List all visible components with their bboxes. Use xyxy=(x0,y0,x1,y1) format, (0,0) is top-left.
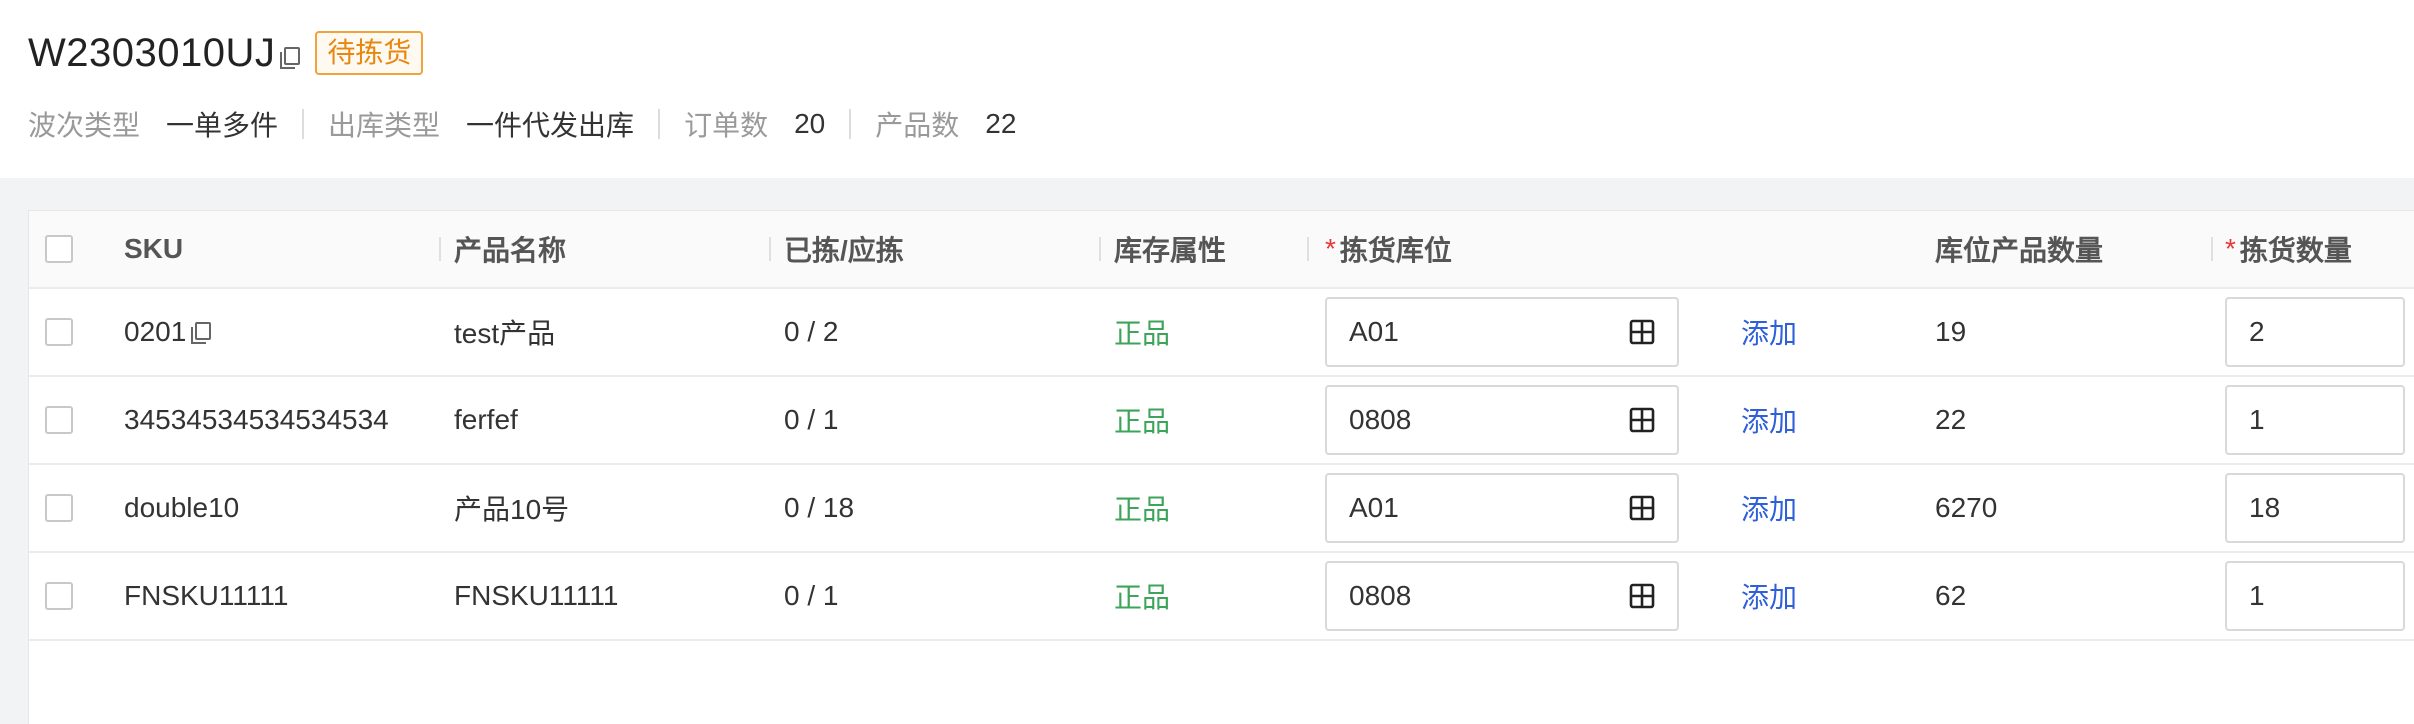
location-qty: 19 xyxy=(1935,316,1967,347)
meta-value-product-count: 22 xyxy=(985,108,1017,139)
location-cell: A01 xyxy=(1325,465,1679,551)
location-cell: 0808 xyxy=(1325,553,1679,639)
col-location-qty: 库位产品数量 xyxy=(1935,235,2104,266)
stock-attr: 正品 xyxy=(1114,318,1171,349)
location-value: A01 xyxy=(1349,492,1399,523)
pick-qty-cell: 18 xyxy=(2225,465,2405,551)
col-stock-attr: 库存属性 xyxy=(1114,235,1227,266)
add-location-link[interactable]: 添加 xyxy=(1741,377,1797,463)
product-name: 产品10号 xyxy=(454,494,570,525)
title-row: W2303010UJ 待拣货 xyxy=(28,26,424,80)
location-input[interactable]: A01 xyxy=(1325,297,1679,367)
location-input[interactable]: 0808 xyxy=(1325,385,1679,455)
required-mark: * xyxy=(2225,233,2236,264)
pick-qty-cell: 1 xyxy=(2225,553,2405,639)
location-input[interactable]: 0808 xyxy=(1325,561,1679,631)
pick-qty-input[interactable]: 1 xyxy=(2225,561,2405,631)
required-mark: * xyxy=(1325,233,1336,264)
pick-qty-cell: 2 xyxy=(2225,289,2405,375)
picked-count: 0 / 1 xyxy=(784,580,839,611)
column-divider xyxy=(439,237,441,261)
wave-header: W2303010UJ 待拣货 波次类型 一单多件 出库类型 一件代发出库 订单数… xyxy=(0,0,2414,178)
row-select-cell xyxy=(45,465,73,551)
pick-table: SKU 产品名称 已拣/应拣 库存属性 * 拣货库位 库位产品数量 * 拣货数量… xyxy=(28,210,2414,724)
grid-icon[interactable] xyxy=(1629,407,1655,433)
sku-value: 34534534534534534 xyxy=(124,404,389,435)
row-checkbox[interactable] xyxy=(45,494,73,522)
picked-count: 0 / 1 xyxy=(784,404,839,435)
status-badge: 待拣货 xyxy=(315,31,424,75)
table-header: SKU 产品名称 已拣/应拣 库存属性 * 拣货库位 库位产品数量 * 拣货数量 xyxy=(29,211,2414,289)
meta-label-order-count: 订单数 xyxy=(684,110,769,141)
col-pick-qty-label: 拣货数量 xyxy=(2239,235,2352,266)
table-row: double10 产品10号 0 / 18 正品 A01 添加 6270 18 xyxy=(29,465,2414,553)
column-divider xyxy=(1307,237,1309,261)
copy-icon[interactable] xyxy=(279,46,301,70)
add-location-link[interactable]: 添加 xyxy=(1741,553,1797,639)
wave-number: W2303010UJ xyxy=(28,30,276,75)
table-row: 34534534534534534 ferfef 0 / 1 正品 0808 添… xyxy=(29,377,2414,465)
stock-attr: 正品 xyxy=(1114,494,1171,525)
location-qty: 22 xyxy=(1935,404,1967,435)
add-location-link[interactable]: 添加 xyxy=(1741,465,1797,551)
row-checkbox[interactable] xyxy=(45,318,73,346)
location-qty: 62 xyxy=(1935,580,1967,611)
pick-qty-input[interactable]: 2 xyxy=(2225,297,2405,367)
col-pick-location: * 拣货库位 xyxy=(1325,211,1452,287)
stock-attr: 正品 xyxy=(1114,582,1171,613)
row-checkbox[interactable] xyxy=(45,582,73,610)
product-name: FNSKU11111 xyxy=(454,580,619,611)
picked-count: 0 / 18 xyxy=(784,492,855,523)
table-row: 0201 test产品 0 / 2 正品 A01 添加 19 2 xyxy=(29,289,2414,377)
location-value: 0808 xyxy=(1349,404,1412,435)
col-picked: 已拣/应拣 xyxy=(784,235,904,266)
grid-icon[interactable] xyxy=(1629,495,1655,521)
sku-value: double10 xyxy=(124,492,240,523)
product-name: test产品 xyxy=(454,318,556,349)
pick-qty-input[interactable]: 1 xyxy=(2225,385,2405,455)
location-qty: 6270 xyxy=(1935,492,1998,523)
meta-label-outbound-type: 出库类型 xyxy=(328,110,441,141)
col-pick-location-label: 拣货库位 xyxy=(1339,235,1452,266)
col-product-name: 产品名称 xyxy=(454,235,567,266)
add-location-link[interactable]: 添加 xyxy=(1741,289,1797,375)
column-divider xyxy=(769,237,771,261)
copy-icon[interactable] xyxy=(190,320,212,344)
grid-icon[interactable] xyxy=(1629,583,1655,609)
select-all-checkbox[interactable] xyxy=(45,235,73,263)
meta-value-wave-type: 一单多件 xyxy=(166,110,279,141)
col-sku: SKU xyxy=(124,233,184,264)
row-select-cell xyxy=(45,289,73,375)
location-cell: 0808 xyxy=(1325,377,1679,463)
product-name: ferfef xyxy=(454,404,518,435)
col-pick-qty: * 拣货数量 xyxy=(2225,211,2352,287)
row-select-cell xyxy=(45,553,73,639)
location-input[interactable]: A01 xyxy=(1325,473,1679,543)
meta-divider xyxy=(849,109,852,139)
sku-cell: 0201 xyxy=(124,289,212,375)
meta-label-wave-type: 波次类型 xyxy=(28,110,141,141)
select-all-cell xyxy=(45,211,73,287)
location-value: A01 xyxy=(1349,316,1399,347)
meta-label-product-count: 产品数 xyxy=(875,110,960,141)
sku-value: FNSKU11111 xyxy=(124,580,289,611)
stock-attr: 正品 xyxy=(1114,406,1171,437)
location-cell: A01 xyxy=(1325,289,1679,375)
picked-count: 0 / 2 xyxy=(784,316,839,347)
meta-divider xyxy=(302,109,305,139)
row-select-cell xyxy=(45,377,73,463)
meta-value-order-count: 20 xyxy=(794,108,826,139)
pick-qty-cell: 1 xyxy=(2225,377,2405,463)
table-row: FNSKU11111 FNSKU11111 0 / 1 正品 0808 添加 6… xyxy=(29,553,2414,641)
row-checkbox[interactable] xyxy=(45,406,73,434)
column-divider xyxy=(1099,237,1101,261)
pick-qty-input[interactable]: 18 xyxy=(2225,473,2405,543)
column-divider xyxy=(2211,237,2213,261)
location-value: 0808 xyxy=(1349,580,1412,611)
wave-meta: 波次类型 一单多件 出库类型 一件代发出库 订单数 20 产品数 22 xyxy=(28,104,1016,144)
grid-icon[interactable] xyxy=(1629,319,1655,345)
sku-value: 0201 xyxy=(124,316,187,347)
meta-value-outbound-type: 一件代发出库 xyxy=(466,110,635,141)
meta-divider xyxy=(658,109,661,139)
